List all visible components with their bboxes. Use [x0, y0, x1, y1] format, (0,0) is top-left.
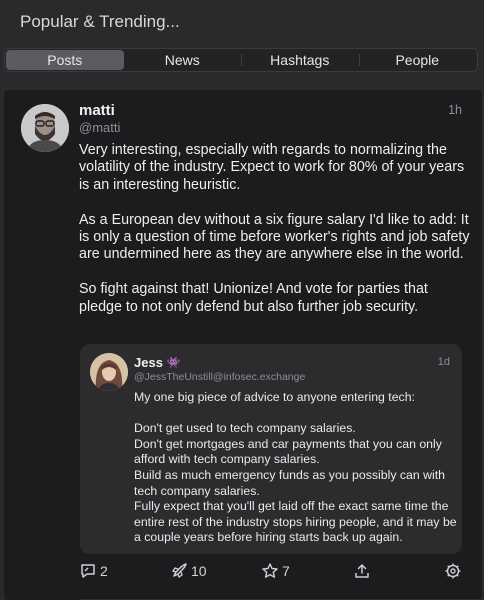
post-content: Very interesting, especially with regard…: [79, 142, 471, 333]
boost-button[interactable]: 10: [170, 562, 207, 580]
favourite-button[interactable]: 7: [261, 562, 290, 580]
share-icon: [355, 564, 369, 578]
author-handle[interactable]: @matti: [79, 120, 120, 135]
quote-author-name-text: Jess: [134, 355, 163, 370]
alien-emoji-icon: 👾: [166, 357, 181, 369]
reply-count: 2: [100, 563, 108, 579]
tab-news[interactable]: News: [124, 50, 242, 70]
quote-avatar-image: [90, 353, 128, 391]
post-settings-button[interactable]: [444, 562, 462, 580]
quote-line: Don't get used to tech company salaries.: [134, 421, 356, 436]
quote-line: Fully expect that you'll get laid off th…: [134, 499, 457, 545]
post-paragraph: So fight against that! Unionize! And vot…: [79, 281, 428, 315]
quote-content: My one big piece of advice to anyone ent…: [134, 390, 459, 546]
quote-line: Don't get mortgages and car payments tha…: [134, 436, 442, 467]
share-button[interactable]: [353, 562, 371, 580]
post-paragraph: Very interesting, especially with regard…: [79, 142, 465, 193]
post-timestamp[interactable]: 1h: [448, 103, 462, 117]
tab-bar: Posts News Hashtags People: [4, 48, 478, 72]
reply-button[interactable]: 2: [79, 562, 108, 580]
quote-author-name[interactable]: Jess 👾: [134, 355, 181, 370]
post-card[interactable]: matti @matti 1h Very interesting, especi…: [4, 90, 482, 600]
boost-icon: [171, 563, 187, 579]
star-icon: [262, 563, 278, 578]
tab-posts[interactable]: Posts: [6, 50, 124, 70]
boost-count: 10: [191, 563, 207, 579]
avatar-image: [21, 104, 69, 152]
settings-icon: [445, 563, 461, 579]
favourite-count: 7: [282, 563, 290, 579]
tab-people[interactable]: People: [358, 50, 477, 70]
quoted-post[interactable]: Jess 👾 @JessTheUnstill@infosec.exchange …: [80, 344, 462, 554]
page-header-title: Popular & Trending...: [20, 12, 180, 31]
quote-line: Build as much emergency funds as you pos…: [134, 467, 445, 498]
author-name[interactable]: matti: [79, 102, 115, 119]
quote-intro: My one big piece of advice to anyone ent…: [134, 390, 415, 404]
quote-author-handle[interactable]: @JessTheUnstill@infosec.exchange: [134, 371, 305, 383]
quote-timestamp[interactable]: 1d: [438, 356, 450, 368]
avatar[interactable]: [21, 104, 69, 152]
quote-avatar[interactable]: [90, 353, 128, 391]
reply-icon: [81, 564, 95, 578]
post-paragraph: As a European dev without a six figure s…: [79, 211, 470, 263]
post-actions: 2 10 7: [4, 562, 482, 586]
tab-hashtags[interactable]: Hashtags: [241, 50, 359, 70]
